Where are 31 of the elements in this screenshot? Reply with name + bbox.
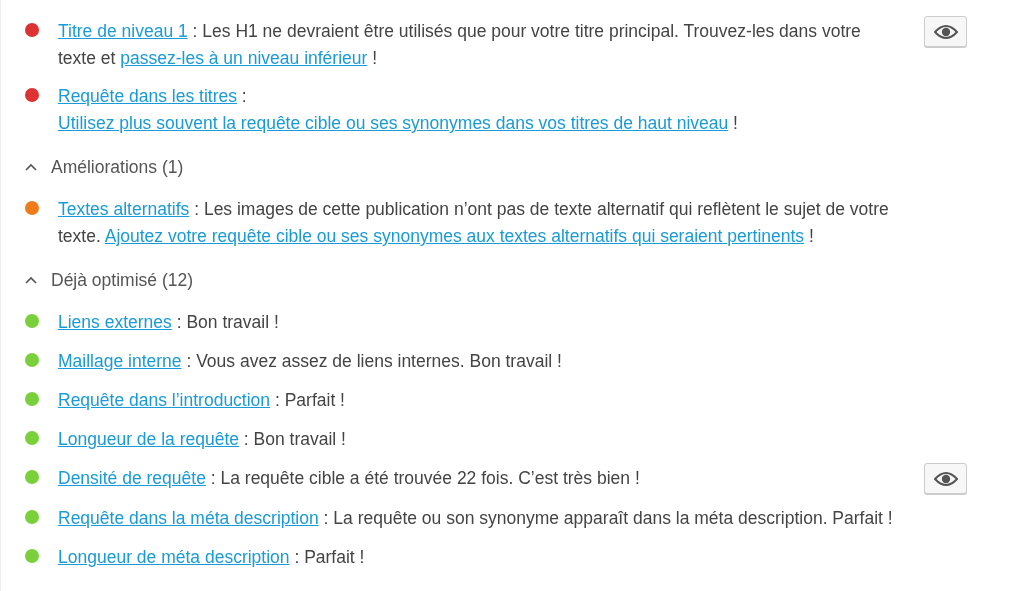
- assessment-link[interactable]: Requête dans les titres: [58, 86, 237, 106]
- assessment-text: Longueur de la requête : Bon travail !: [58, 428, 347, 451]
- assessment-text: Requête dans les titres : Utilisez plus souvent la requête cible ou ses synonymes dans vos titres de haut niveau !: [58, 85, 739, 135]
- chevron-up-icon: [25, 163, 37, 171]
- assessment-text: Titre de niveau 1 : Les H1 ne devraient être utilisés que pour votre titre principal. Trouvez-les dans votre texte et passez-les à un niveau inférieur !: [58, 20, 862, 70]
- eye-icon: [933, 470, 958, 487]
- assessment-link[interactable]: Maillage interne: [58, 351, 182, 371]
- assessment-text: Textes alternatifs : Les images de cette publication n’ont pas de texte alternatif qui reflètent le sujet de votre texte. Ajoutez votre requête cible ou ses synonymes aux textes alternatifs qui seraient pertinents !: [58, 198, 890, 248]
- assessment-link[interactable]: Requête dans la méta description: [58, 508, 319, 528]
- assessment-link[interactable]: Ajoutez votre requête cible ou ses synonymes aux textes alternatifs qui seraient pertinents: [104, 226, 805, 246]
- assessment-link[interactable]: Requête dans l’introduction: [58, 390, 271, 410]
- assessment-link[interactable]: Liens externes: [58, 312, 172, 332]
- assessment-link[interactable]: Titre de niveau 1: [58, 21, 188, 41]
- assessment-link[interactable]: passez-les à un niveau inférieur: [120, 48, 368, 68]
- assessment-link[interactable]: Utilisez plus souvent la requête cible ou ses synonymes dans vos titres de haut niveau: [58, 113, 729, 133]
- assessment-link[interactable]: Densité de requête: [58, 468, 206, 488]
- assessment-text: Requête dans la méta description : La requête ou son synonyme apparaît dans la méta description. Parfait !: [58, 507, 894, 530]
- section-toggle[interactable]: Améliorations (1): [25, 155, 184, 179]
- assessment-text: Liens externes : Bon travail !: [58, 311, 280, 334]
- assessment-link[interactable]: Textes alternatifs: [58, 199, 190, 219]
- eye-icon: [933, 23, 958, 40]
- marker-toggle-button[interactable]: [924, 16, 967, 47]
- assessment-text: Requête dans l’introduction : Parfait !: [58, 389, 346, 412]
- chevron-up-icon: [25, 276, 37, 284]
- section-toggle[interactable]: Déjà optimisé (12): [25, 268, 193, 292]
- assessment-text: Maillage interne : Vous avez assez de liens internes. Bon travail !: [58, 350, 563, 373]
- marker-toggle-button[interactable]: [924, 463, 967, 494]
- assessment-link[interactable]: Longueur de la requête: [58, 429, 239, 449]
- assessment-link[interactable]: Longueur de méta description: [58, 547, 290, 567]
- assessment-text: Longueur de méta description : Parfait !: [58, 546, 366, 569]
- assessment-text: Densité de requête : La requête cible a été trouvée 22 fois. C’est très bien !: [58, 467, 641, 490]
